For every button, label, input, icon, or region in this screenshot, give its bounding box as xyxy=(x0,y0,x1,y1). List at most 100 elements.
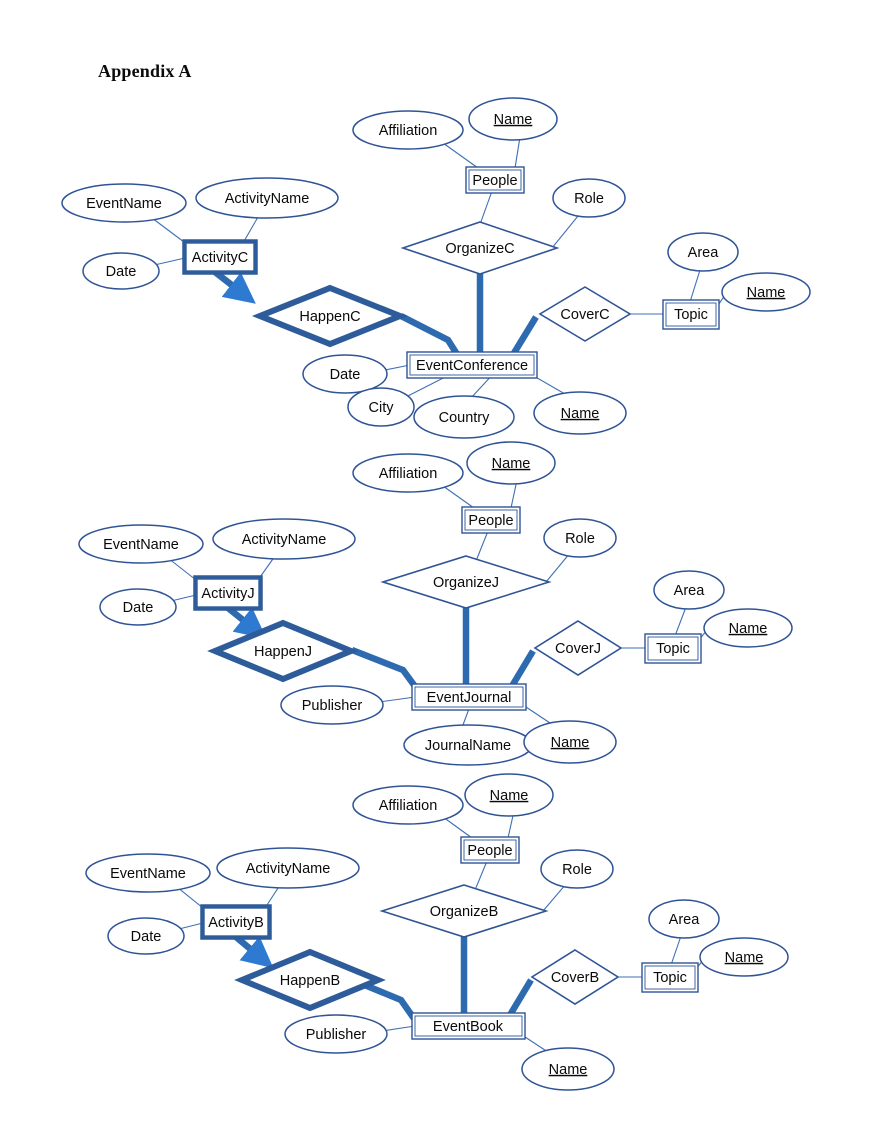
attribute-label: Date xyxy=(131,929,162,945)
entity-eventconference[interactable]: EventConference xyxy=(406,351,538,379)
attribute-affiliation-b[interactable]: Affiliation xyxy=(352,785,464,825)
link-affiliation-people-b xyxy=(442,816,473,839)
link-role-organizec xyxy=(551,215,579,249)
attribute-event-name-b[interactable]: Name xyxy=(521,1047,615,1091)
attribute-publisher-b[interactable]: Publisher xyxy=(284,1014,388,1054)
diagram-journal: EventName ActivityName Date Affiliation … xyxy=(78,441,793,766)
relationship-happenj[interactable]: HappenJ xyxy=(207,619,359,683)
attribute-label: Date xyxy=(123,600,154,616)
attribute-area[interactable]: Area xyxy=(667,232,739,272)
relationship-label: CoverJ xyxy=(555,641,601,657)
attribute-label: ActivityName xyxy=(242,532,327,548)
attribute-area-b[interactable]: Area xyxy=(648,899,720,939)
relationship-organizeb[interactable]: OrganizeB xyxy=(379,884,549,938)
attribute-eventname-b[interactable]: EventName xyxy=(85,853,211,893)
relationship-coverc[interactable]: CoverC xyxy=(538,286,632,342)
relationship-organizec[interactable]: OrganizeC xyxy=(400,221,560,275)
entity-activityb[interactable]: ActivityB xyxy=(200,904,272,940)
attribute-label: EventName xyxy=(110,866,186,882)
entity-topic[interactable]: Topic xyxy=(662,299,720,330)
attribute-topic-name-b[interactable]: Name xyxy=(699,937,789,977)
attribute-event-name[interactable]: Name xyxy=(533,391,627,435)
entity-people[interactable]: People xyxy=(465,166,525,194)
attribute-label: Name xyxy=(494,112,533,128)
attribute-label: Role xyxy=(574,191,604,207)
attribute-role-b[interactable]: Role xyxy=(540,849,614,889)
entity-eventbook[interactable]: EventBook xyxy=(411,1012,526,1040)
attribute-country[interactable]: Country xyxy=(413,395,515,439)
attribute-city[interactable]: City xyxy=(347,387,415,427)
attribute-affiliation-j[interactable]: Affiliation xyxy=(352,453,464,493)
attribute-role-j[interactable]: Role xyxy=(543,518,617,558)
link-coverj-eventjournal xyxy=(509,649,536,688)
attribute-label: Publisher xyxy=(302,698,363,714)
attribute-topic-name-j[interactable]: Name xyxy=(703,608,793,648)
link-eventname-activityb xyxy=(176,886,204,909)
relationship-coverj[interactable]: CoverJ xyxy=(533,620,623,676)
relationship-label: HappenB xyxy=(280,973,340,989)
entity-eventjournal[interactable]: EventJournal xyxy=(411,683,527,711)
attribute-activityname-j[interactable]: ActivityName xyxy=(212,518,356,560)
attribute-label: Affiliation xyxy=(379,466,438,482)
attribute-label: Name xyxy=(492,456,531,472)
link-area-topic xyxy=(689,269,701,303)
attribute-label: ActivityName xyxy=(246,861,331,877)
attribute-journalname[interactable]: JournalName xyxy=(403,724,533,766)
attribute-eventname-j[interactable]: EventName xyxy=(78,524,204,564)
attribute-people-name[interactable]: Name xyxy=(468,97,558,141)
attribute-date-activity[interactable]: Date xyxy=(82,252,160,290)
attribute-area-j[interactable]: Area xyxy=(653,570,725,610)
attribute-label: Area xyxy=(669,912,701,928)
attribute-date-activity-b[interactable]: Date xyxy=(107,917,185,955)
arrow-activityj-happenj xyxy=(225,605,267,639)
link-activityname-activityc xyxy=(242,216,259,244)
entity-people-j[interactable]: People xyxy=(461,506,521,534)
attribute-label: Name xyxy=(551,735,590,751)
attribute-activityname[interactable]: ActivityName xyxy=(195,177,339,219)
entity-label: Topic xyxy=(653,970,687,986)
attribute-affiliation[interactable]: Affiliation xyxy=(352,110,464,150)
attribute-label: Country xyxy=(439,410,491,426)
relationship-label: HappenC xyxy=(299,309,360,325)
attribute-topic-name[interactable]: Name xyxy=(721,272,811,312)
attribute-date-activity-j[interactable]: Date xyxy=(99,588,177,626)
entity-label: People xyxy=(472,173,517,189)
link-eventname-activityj xyxy=(167,557,197,581)
entity-label: EventJournal xyxy=(427,690,512,706)
attribute-label: JournalName xyxy=(425,738,511,754)
entity-label: ActivityJ xyxy=(201,586,254,602)
relationship-label: OrganizeC xyxy=(445,241,514,257)
relationship-organizej[interactable]: OrganizeJ xyxy=(380,555,552,609)
entity-activityj[interactable]: ActivityJ xyxy=(193,575,263,611)
relationship-happenb[interactable]: HappenB xyxy=(234,948,386,1012)
attribute-people-name-b[interactable]: Name xyxy=(464,773,554,817)
relationship-happenc[interactable]: HappenC xyxy=(251,284,409,348)
attribute-activityname-b[interactable]: ActivityName xyxy=(216,847,360,889)
attribute-date-event[interactable]: Date xyxy=(302,354,388,394)
attribute-role[interactable]: Role xyxy=(552,178,626,218)
entity-label: People xyxy=(467,843,512,859)
entity-label: Topic xyxy=(656,641,690,657)
attribute-label: Name xyxy=(490,788,529,804)
attribute-label: City xyxy=(369,400,395,416)
entity-people-b[interactable]: People xyxy=(460,836,520,864)
link-affiliation-people-j xyxy=(442,485,475,509)
attribute-label: Name xyxy=(729,621,768,637)
diagram-book: EventName ActivityName Date Affiliation … xyxy=(85,773,789,1091)
entity-activityc[interactable]: ActivityC xyxy=(182,239,258,275)
attribute-publisher-j[interactable]: Publisher xyxy=(280,685,384,725)
attribute-people-name-j[interactable]: Name xyxy=(466,441,556,485)
link-coverc-eventconference xyxy=(511,315,539,355)
link-coverb-eventbook xyxy=(507,978,534,1017)
link-name-people xyxy=(514,136,521,169)
attribute-label: Name xyxy=(561,406,600,422)
entity-topic-j[interactable]: Topic xyxy=(644,633,702,664)
diagram-conference: EventName ActivityName Date Affiliation … xyxy=(61,97,811,439)
relationship-coverb[interactable]: CoverB xyxy=(530,949,620,1005)
attribute-eventname[interactable]: EventName xyxy=(61,183,187,223)
attribute-event-name-j[interactable]: Name xyxy=(523,720,617,764)
entity-topic-b[interactable]: Topic xyxy=(641,962,699,993)
attribute-label: EventName xyxy=(103,537,179,553)
attribute-label: Name xyxy=(549,1062,588,1078)
arrow-activityb-happenb xyxy=(233,934,274,969)
